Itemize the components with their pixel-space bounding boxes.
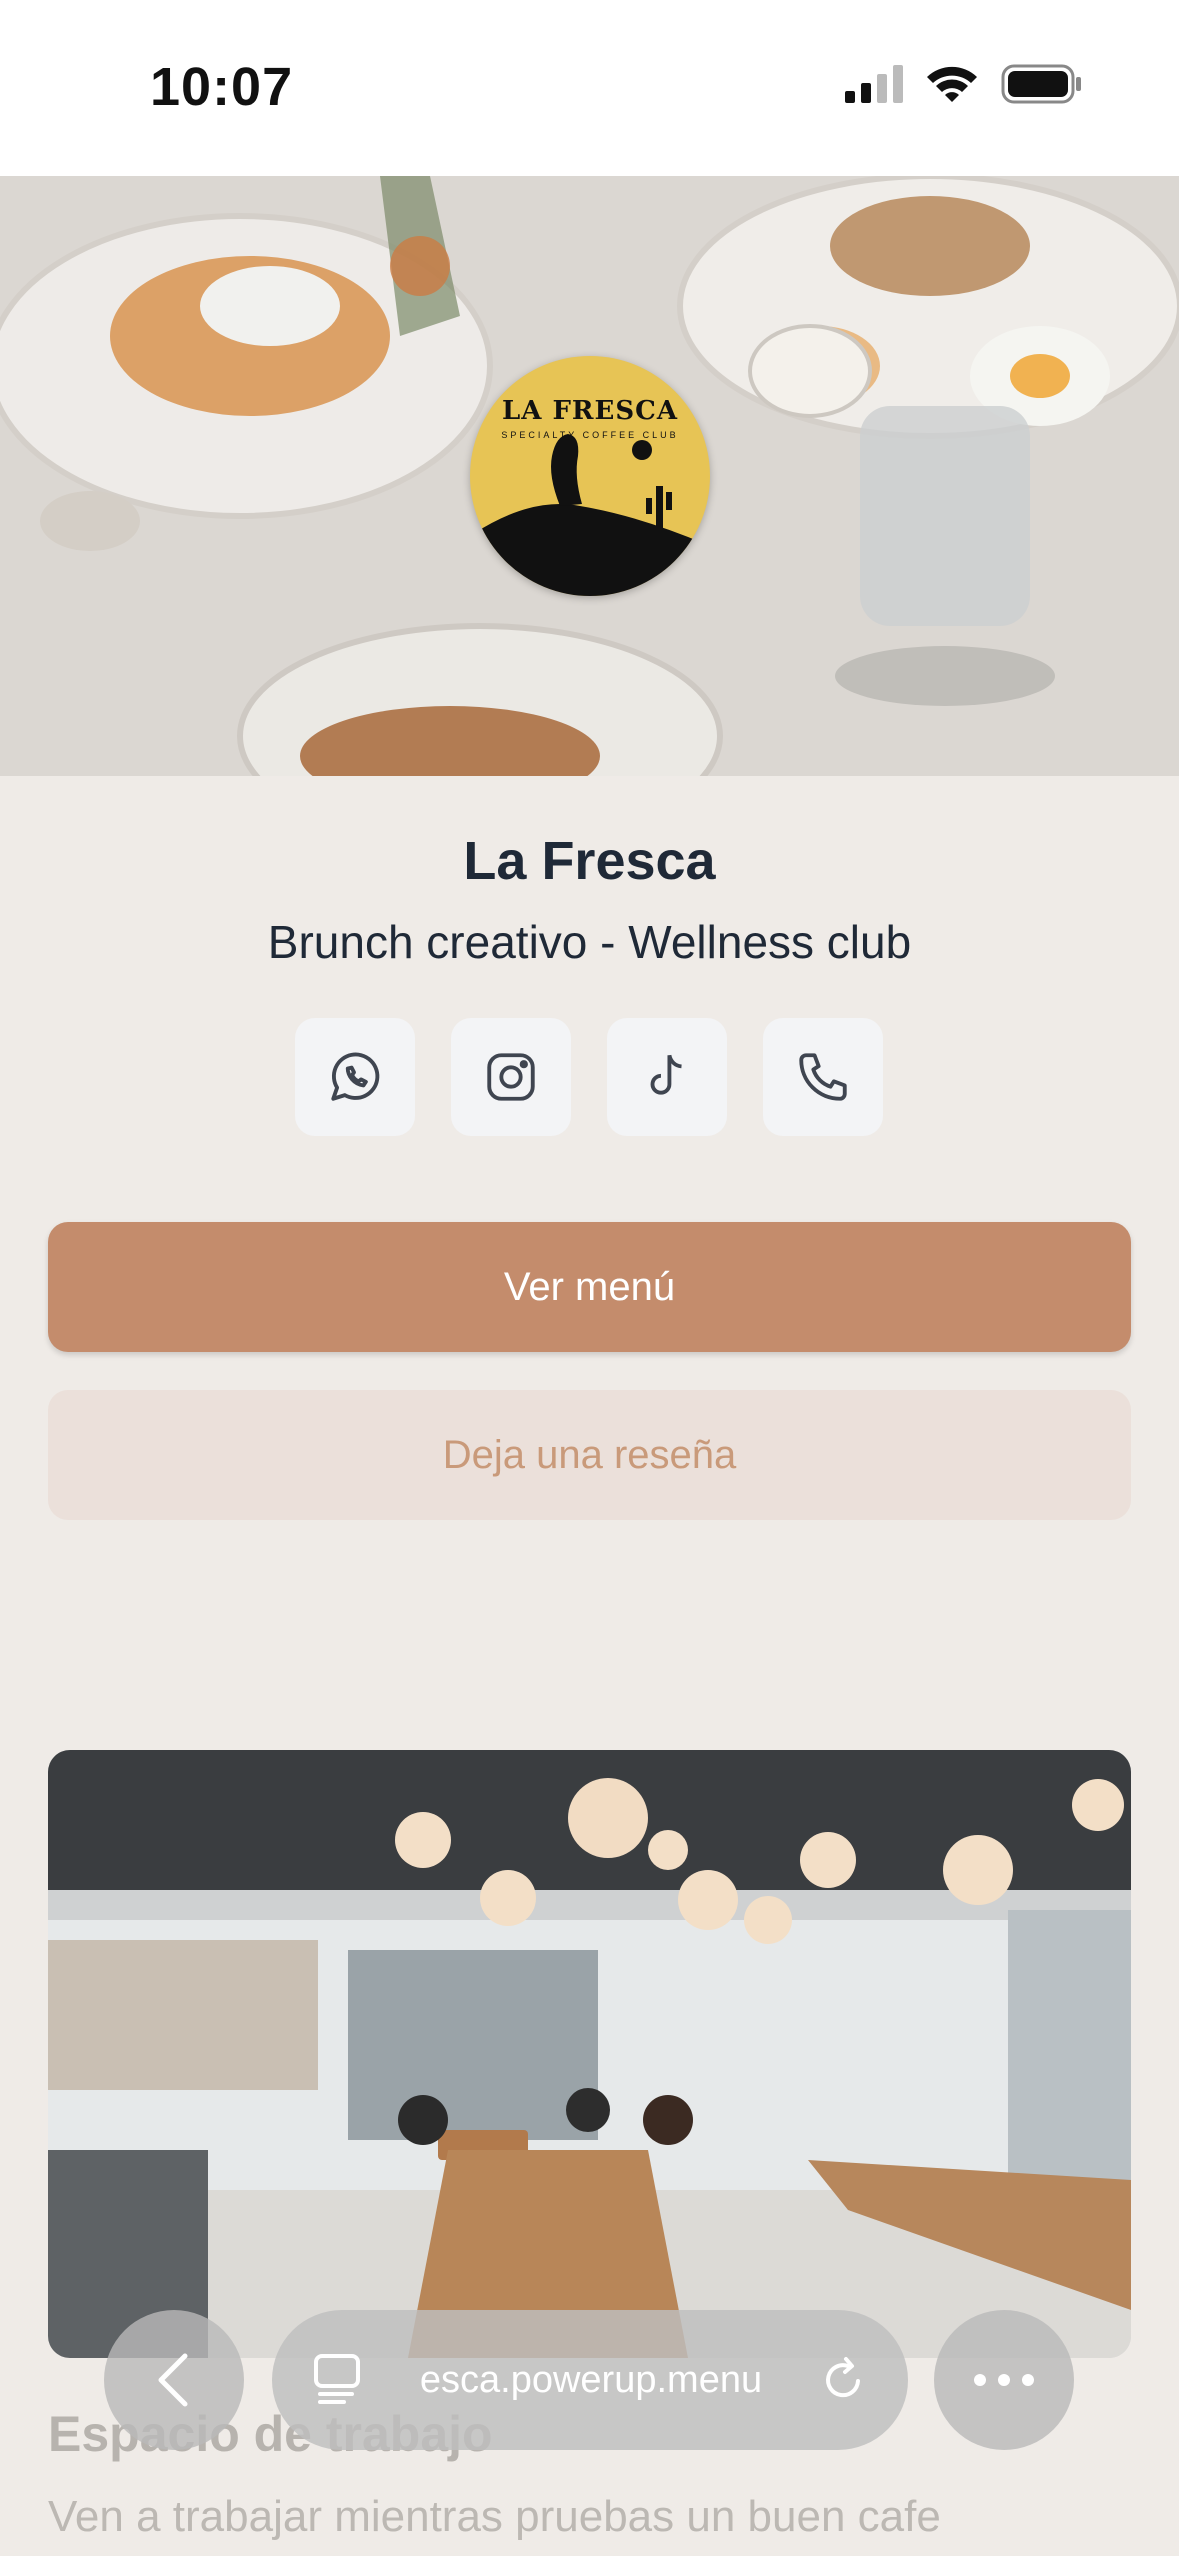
status-bar: 10:07	[0, 0, 1179, 176]
phone-icon	[799, 1053, 847, 1101]
workspace-image	[48, 1750, 1131, 2358]
leave-review-button[interactable]: Deja una reseña	[48, 1390, 1131, 1520]
chevron-left-icon	[158, 2353, 188, 2407]
view-menu-button[interactable]: Ver menú	[48, 1222, 1131, 1352]
tiktok-icon	[650, 1054, 682, 1095]
workspace-photo[interactable]	[48, 1750, 1131, 2358]
url-text: esca.powerup.menu	[419, 2358, 763, 2401]
tabs-icon	[314, 2354, 360, 2404]
instagram-button[interactable]	[451, 1018, 571, 1136]
whatsapp-icon	[331, 1052, 380, 1101]
reload-icon[interactable]	[818, 2355, 868, 2405]
battery-icon	[1001, 64, 1081, 104]
wifi-icon	[927, 66, 977, 102]
instagram-icon	[487, 1053, 535, 1101]
brand-logo: LA FRESCA SPECIALTY COFFEE CLUB	[470, 356, 710, 596]
address-bar[interactable]: esca.powerup.menu	[272, 2310, 908, 2450]
hero-banner: LA FRESCA SPECIALTY COFFEE CLUB	[0, 176, 1179, 776]
more-button[interactable]	[934, 2310, 1074, 2450]
phone-button[interactable]	[763, 1018, 883, 1136]
tiktok-button[interactable]	[607, 1018, 727, 1136]
business-tagline: Brunch creativo - Wellness club	[267, 916, 912, 968]
signal-icon	[845, 65, 903, 103]
whatsapp-button[interactable]	[295, 1018, 415, 1136]
status-icons	[845, 64, 1083, 104]
status-time: 10:07	[150, 57, 294, 117]
back-button[interactable]	[104, 2310, 244, 2450]
business-name: La Fresca	[463, 831, 716, 891]
more-dots-icon	[974, 2374, 1034, 2386]
card-description: Ven a trabajar mientras pruebas un buen …	[48, 2492, 941, 2541]
social-links	[295, 1018, 883, 1136]
logo-illustration	[470, 434, 710, 596]
